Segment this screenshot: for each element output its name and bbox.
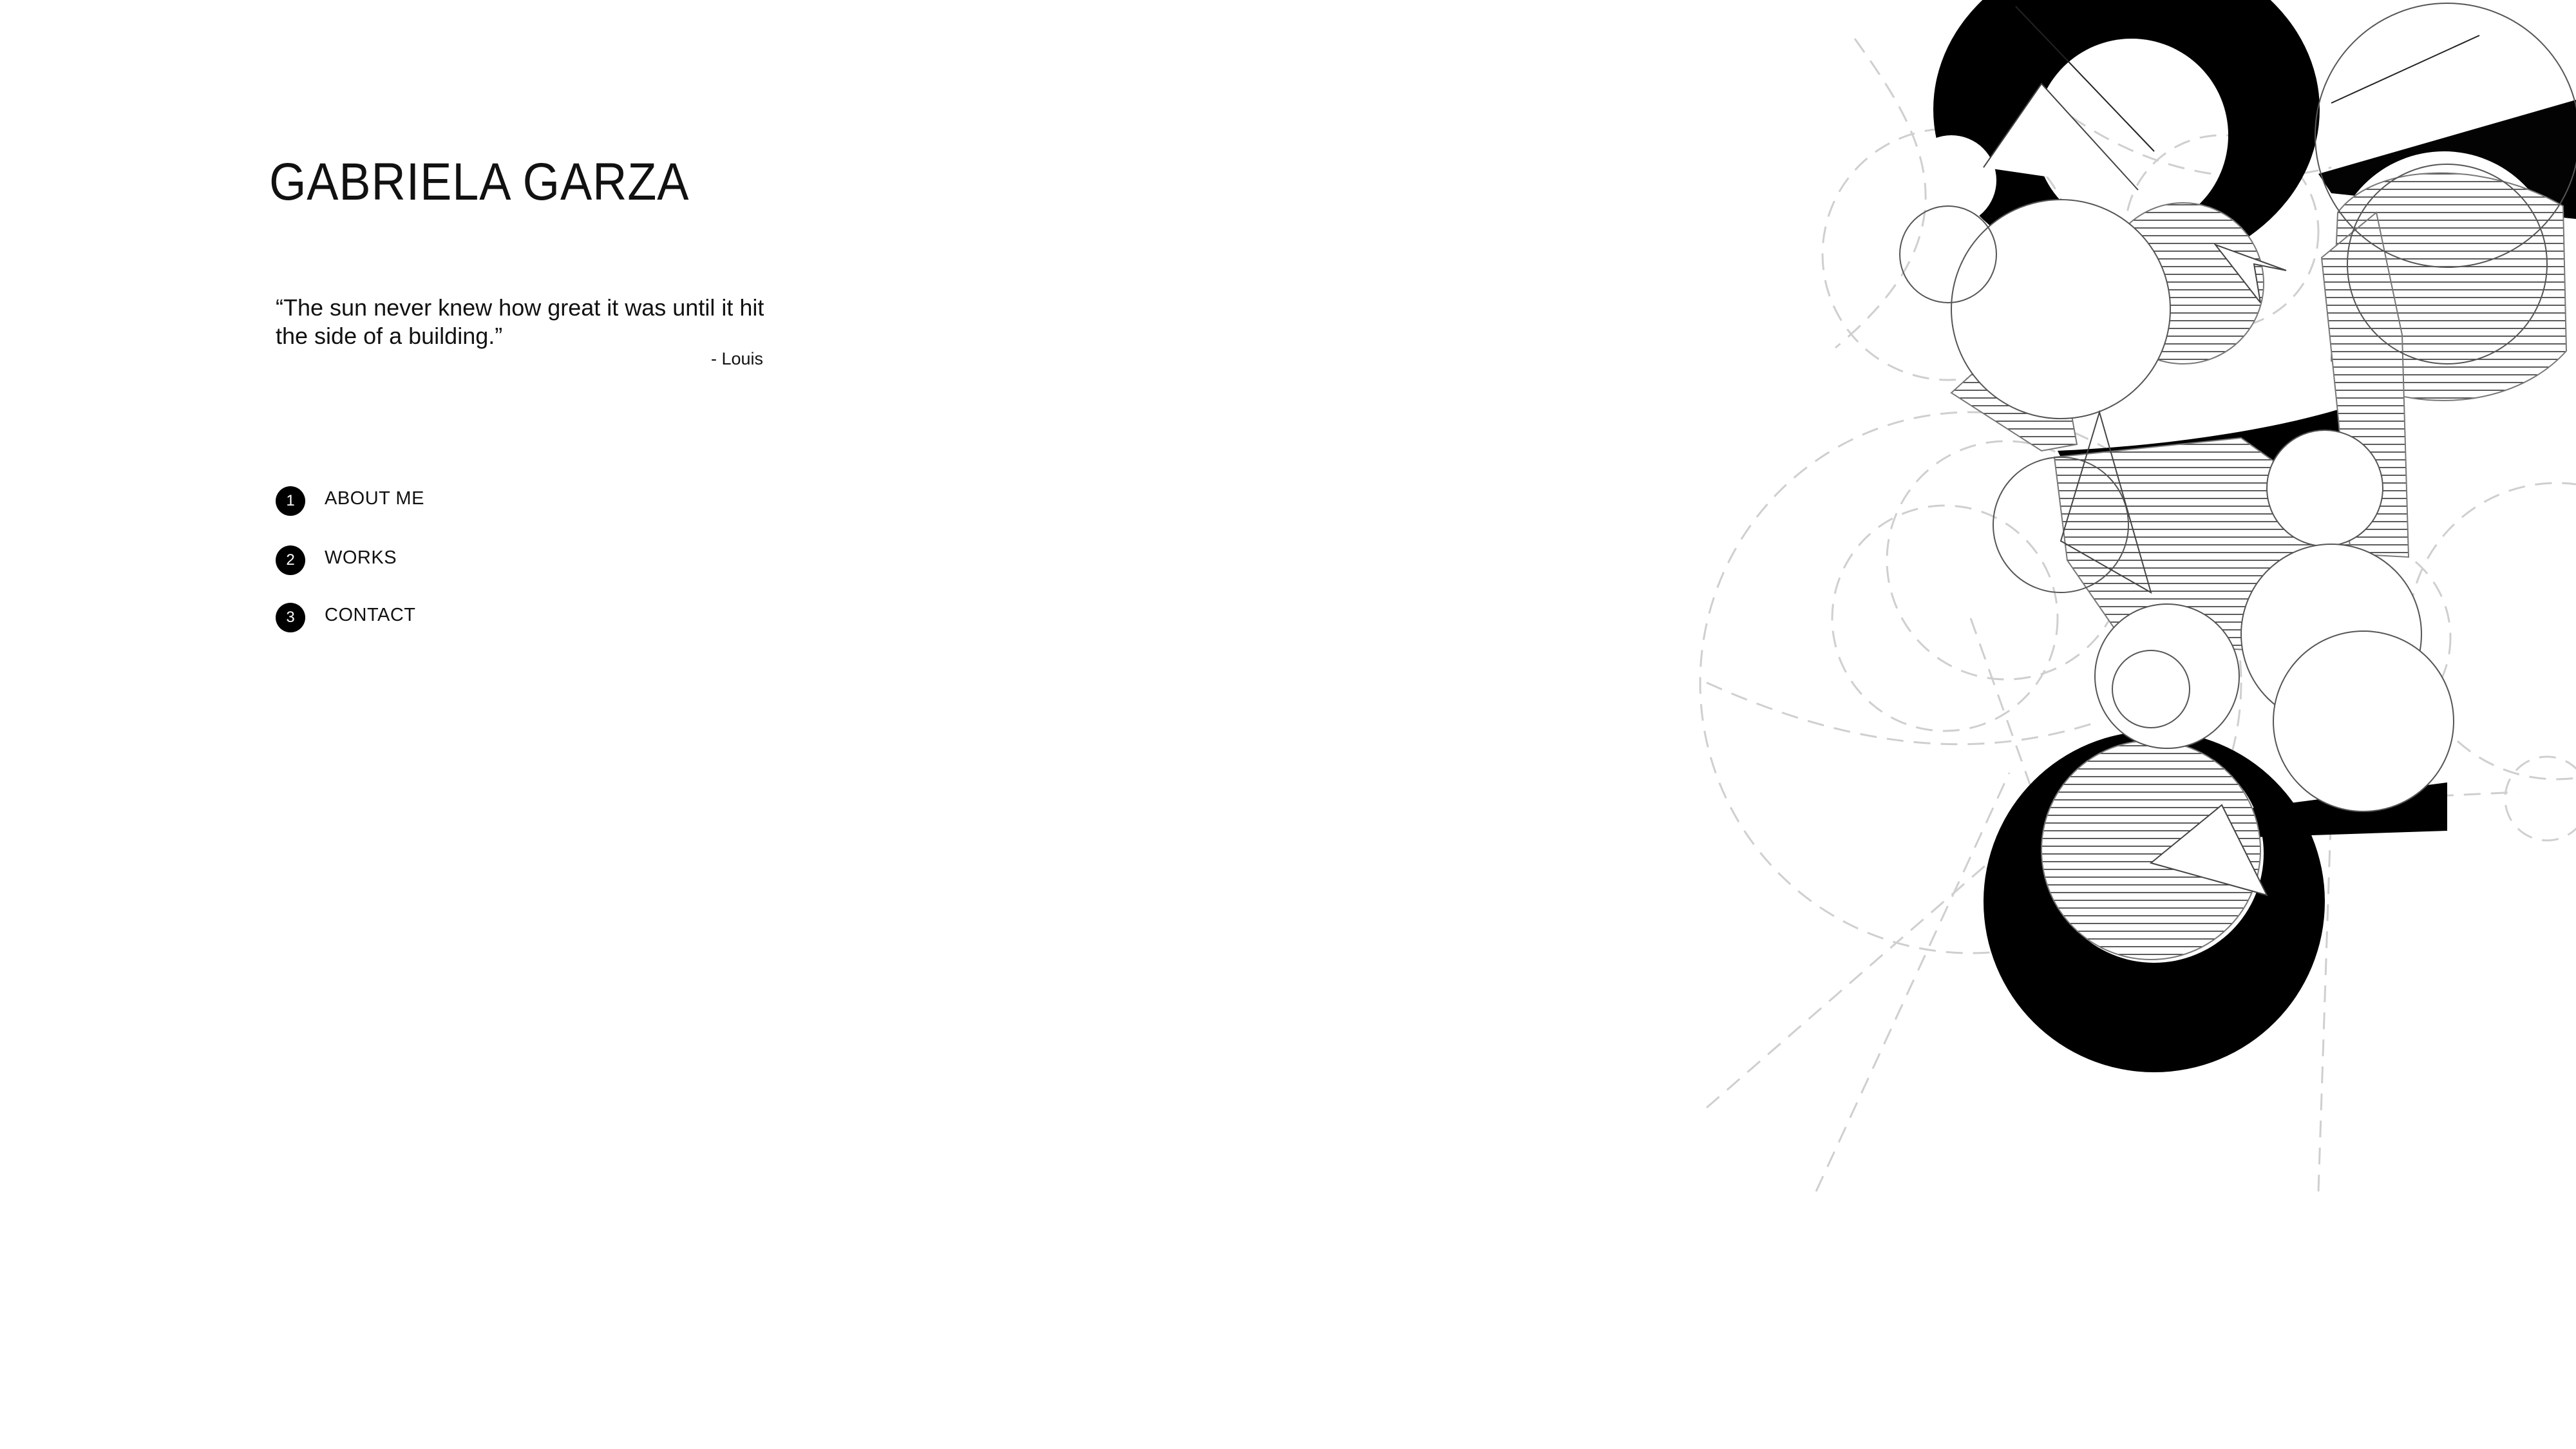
nav-item-works[interactable]: 2 WORKS (276, 545, 397, 575)
nav-item-about-me[interactable]: 1 ABOUT ME (276, 486, 424, 516)
decorative-artwork (1699, 0, 2576, 1192)
nav-number-badge: 2 (276, 545, 305, 575)
nav-label[interactable]: ABOUT ME (325, 488, 424, 509)
quote-author: - Louis (711, 349, 764, 368)
page-title: GABRIELA GARZA (269, 153, 690, 211)
quote-text: “The sun never knew how great it was unt… (276, 294, 764, 349)
nav-item-contact[interactable]: 3 CONTACT (276, 603, 416, 632)
nav-number-badge: 3 (276, 603, 305, 632)
nav-label[interactable]: CONTACT (325, 605, 416, 626)
quote-block: “The sun never knew how great it was unt… (276, 294, 778, 368)
nav-label[interactable]: WORKS (325, 547, 397, 569)
nav-number-badge: 1 (276, 486, 305, 516)
